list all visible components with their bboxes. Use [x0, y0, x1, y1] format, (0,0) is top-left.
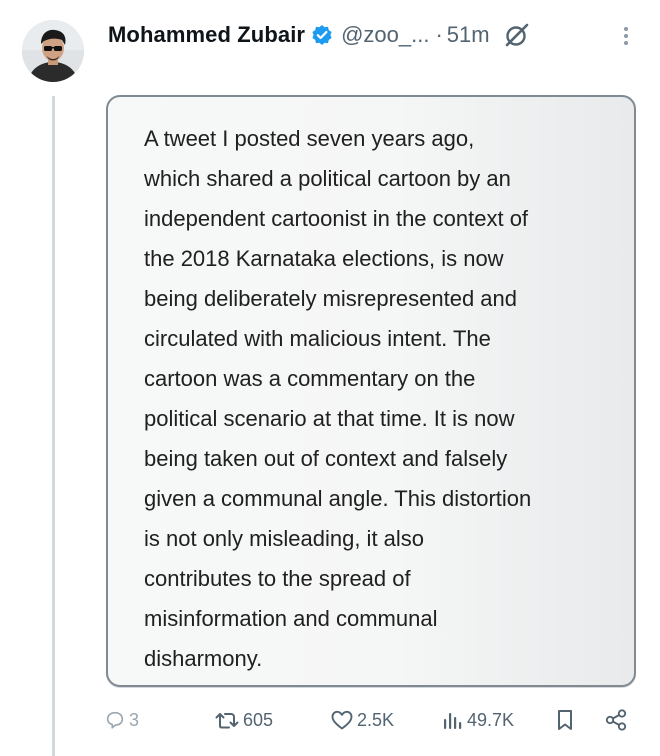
views-count: 49.7K — [467, 709, 515, 730]
share-button[interactable] — [604, 702, 628, 738]
tweet-time[interactable]: 51m — [447, 22, 490, 48]
reply-count: 3 — [129, 709, 140, 730]
tweet-actions: 3 605 2.5K 49.7K — [104, 702, 644, 738]
more-icon[interactable] — [616, 24, 636, 48]
like-button[interactable]: 2.5K — [330, 702, 394, 738]
image-statement-text: A tweet I posted seven years ago, which … — [144, 126, 532, 671]
user-avatar-icon — [22, 20, 84, 82]
retweet-button[interactable]: 605 — [214, 702, 273, 738]
verified-badge-icon — [311, 24, 333, 46]
views-button[interactable]: 49.7K — [442, 702, 514, 738]
views-icon — [444, 713, 462, 729]
thread-line — [52, 96, 55, 756]
retweet-icon — [215, 713, 239, 729]
like-icon — [331, 710, 353, 730]
separator-dot: · — [435, 22, 443, 47]
tweet-image-card[interactable]: A tweet I posted seven years ago, which … — [106, 95, 636, 687]
retweet-count: 605 — [243, 709, 274, 730]
author-handle[interactable]: @zoo_... — [341, 22, 429, 48]
tweet-header: Mohammed Zubair @zoo_... · 51m — [108, 18, 640, 52]
reply-icon — [106, 711, 124, 729]
bookmark-icon — [558, 710, 572, 730]
grok-icon[interactable] — [504, 22, 530, 48]
like-count: 2.5K — [357, 709, 395, 730]
author-name[interactable]: Mohammed Zubair — [108, 22, 305, 48]
reply-button[interactable]: 3 — [104, 702, 139, 738]
bookmark-button[interactable] — [554, 702, 576, 738]
author-avatar[interactable] — [22, 20, 84, 82]
share-icon — [605, 709, 627, 731]
